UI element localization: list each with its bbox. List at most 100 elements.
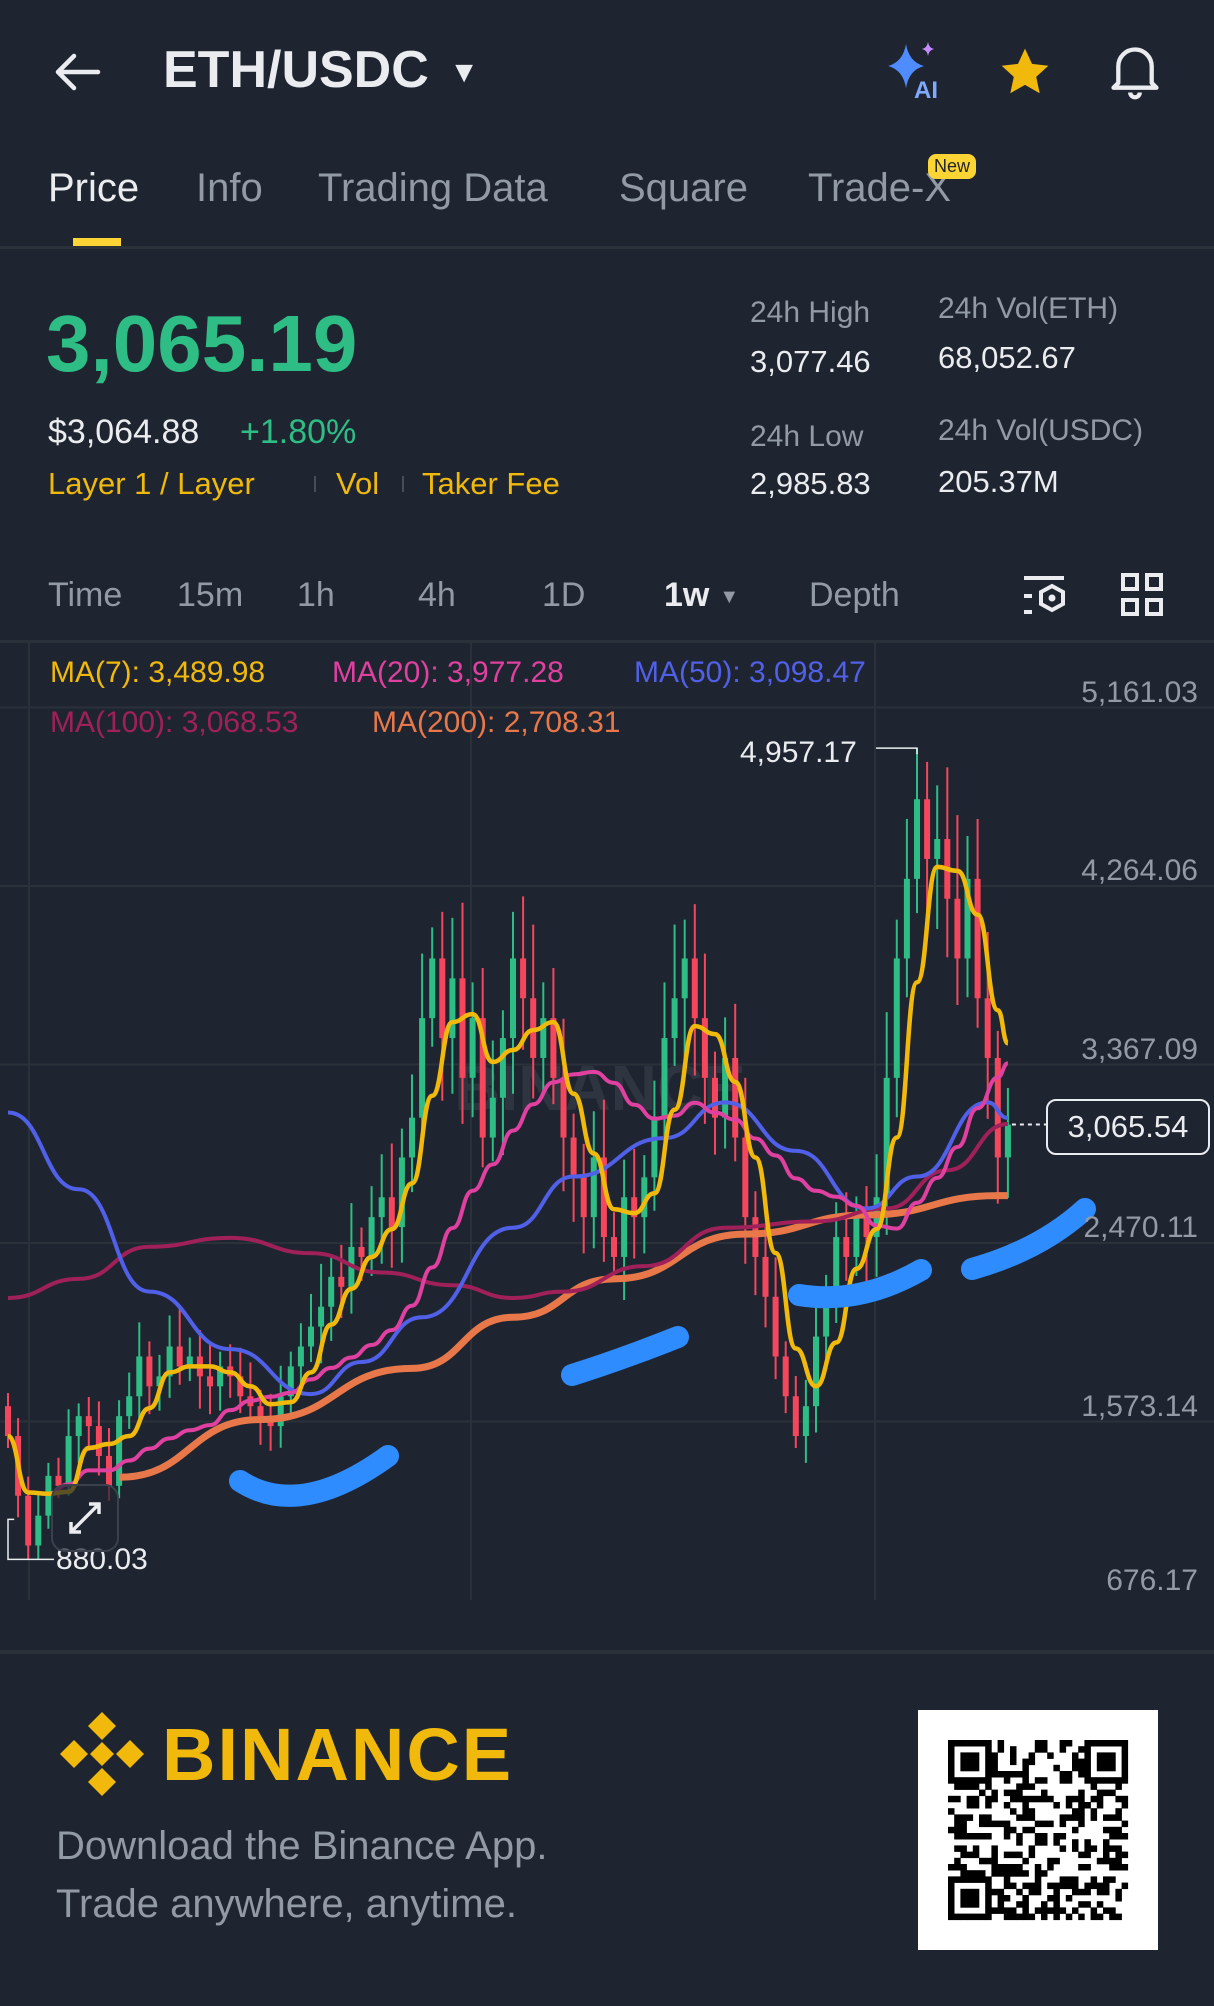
timeframe-time[interactable]: Time (48, 576, 122, 615)
indicator-settings-button[interactable] (1018, 572, 1068, 625)
stat-24h-high-value: 3,077.46 (750, 344, 871, 379)
star-icon (1001, 48, 1049, 94)
candle-body (732, 1057, 739, 1138)
candle-body (257, 1406, 264, 1417)
candle-body (590, 1157, 597, 1218)
annotation-stroke (788, 1259, 932, 1309)
candle-body (611, 1237, 617, 1257)
legend-ma200-name: MA(200) (372, 706, 488, 739)
candle-body (671, 998, 678, 1039)
legend-ma20-name: MA(20) (332, 656, 431, 689)
candle-body (792, 1396, 799, 1437)
candle-body (459, 978, 466, 1078)
pair-title: ETH/USDC (163, 41, 429, 99)
candle-body (146, 1356, 153, 1387)
active-tab-indicator (73, 238, 121, 246)
candle-body (772, 1296, 779, 1357)
tag-taker-fee[interactable]: Taker Fee (422, 466, 560, 502)
tab-price[interactable]: Price (48, 166, 139, 211)
tab-info[interactable]: Info (196, 166, 263, 211)
tab-trading-data[interactable]: Trading Data (318, 166, 548, 211)
candle-body (85, 1416, 92, 1427)
legend-ma20-value: 3,977.28 (447, 656, 564, 689)
qr-code-pattern (948, 1740, 1129, 1921)
stat-24h-low-value: 2,985.83 (750, 466, 871, 501)
pair-selector[interactable]: ETH/USDC ▼ (163, 40, 479, 100)
candle-body (651, 1117, 658, 1178)
y-tick-label: 5,161.03 (1081, 676, 1198, 709)
candle-body (782, 1356, 789, 1397)
candle-body (176, 1346, 183, 1367)
tagline-text: Trade anywhere, anytime. (56, 1882, 517, 1926)
qr-code[interactable] (918, 1710, 1158, 1950)
caret-down-icon: ▼ (719, 585, 740, 608)
timeframe-4h[interactable]: 4h (418, 576, 456, 615)
download-text: Download the Binance App. (56, 1824, 548, 1868)
tabs-divider (0, 246, 1214, 249)
candle-body (297, 1346, 304, 1367)
candle-body (661, 1038, 668, 1118)
bell-icon (1111, 47, 1159, 100)
back-button[interactable] (50, 44, 110, 100)
binance-logo-icon (60, 1712, 144, 1796)
high-marker-label: 4,957.17 (740, 736, 857, 769)
current-price-label: 3,065.54 (1046, 1099, 1210, 1155)
candle-body (762, 1256, 769, 1297)
tag-vol[interactable]: Vol (336, 466, 379, 502)
candle-body (358, 1247, 365, 1257)
candle-body (308, 1326, 314, 1347)
candle-body (378, 1197, 385, 1218)
candlestick-chart[interactable]: BINANCE (0, 642, 1214, 1622)
tag-layer1[interactable]: Layer 1 / Layer (48, 466, 255, 502)
candle-body (742, 1137, 749, 1218)
layout-grid-button[interactable] (1120, 572, 1164, 623)
candle-body (25, 1495, 32, 1546)
legend-ma7-name: MA(7) (50, 656, 132, 689)
candle-body (449, 978, 456, 1039)
candle-body (368, 1217, 375, 1257)
indicator-settings-icon (1024, 576, 1065, 614)
candle-body (95, 1426, 102, 1456)
candle-body (207, 1376, 213, 1387)
footer-divider (0, 1650, 1214, 1654)
candle-body (580, 1177, 587, 1218)
candle-body (560, 1077, 567, 1138)
candle-body (328, 1276, 335, 1307)
candle-body (136, 1356, 143, 1397)
legend-ma20: MA(20): 3,977.28 (332, 656, 564, 689)
binance-wordmark: BINANCE (162, 1713, 514, 1796)
binance-logo (56, 1708, 148, 1805)
candle-body (843, 1237, 850, 1257)
timeframe-15m[interactable]: 15m (177, 576, 243, 615)
candle-body (813, 1336, 819, 1407)
candle-body (489, 1097, 496, 1138)
candle-body (439, 958, 446, 1039)
alert-button[interactable] (1106, 40, 1164, 107)
candle-body (903, 878, 910, 959)
candle-body (974, 878, 981, 999)
y-tick-label: 4,264.06 (1081, 854, 1198, 887)
candle-body (914, 799, 920, 879)
annotation-stroke (961, 1198, 1096, 1280)
legend-ma50: MA(50): 3,098.47 (634, 656, 866, 689)
tab-square[interactable]: Square (619, 166, 748, 211)
stat-24h-vol-usdc-value: 205.37M (938, 464, 1059, 499)
expand-chart-button[interactable] (51, 1484, 119, 1552)
usd-price: $3,064.88 (48, 413, 200, 451)
candle-body (893, 958, 900, 1078)
ai-label: AI (914, 77, 938, 100)
stat-24h-high-label: 24h High (750, 296, 871, 329)
timeframe-1w[interactable]: 1w ▼ (664, 576, 739, 615)
timeframe-1w-label: 1w (664, 576, 710, 614)
ai-sparkle-icon: AI (888, 42, 938, 104)
tag-separator (314, 476, 316, 492)
timeframe-depth[interactable]: Depth (809, 576, 900, 615)
timeframe-1h[interactable]: 1h (297, 576, 335, 615)
favorite-button[interactable] (996, 44, 1054, 105)
timeframe-1d[interactable]: 1D (542, 576, 585, 615)
annotation-stroke (229, 1445, 399, 1507)
back-arrow-icon (55, 53, 101, 91)
candle-body (924, 799, 931, 859)
ai-button[interactable]: AI (884, 40, 948, 104)
price-change: +1.80% (240, 413, 357, 451)
